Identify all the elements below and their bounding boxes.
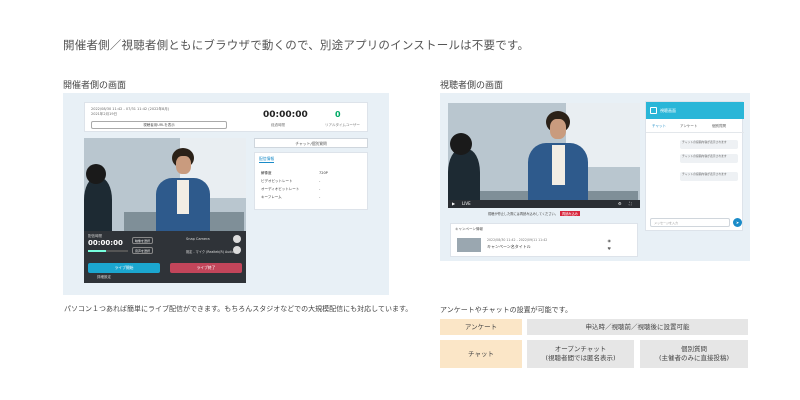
feature-label-survey: アンケート [440,319,522,335]
elapsed-time-label: 経過時間 [271,123,285,127]
mic-icon[interactable] [233,246,241,254]
host-header-card: 2022/08/30 11:42 - 07/31 11:42 (2022年8月)… [84,102,368,132]
chat-input[interactable]: メッセージを入力 [650,218,730,227]
info-row-label: 解像度 [261,171,272,175]
info-row-label: オーディオビットレート [261,187,300,191]
feature-value-survey: 申込時／視聴前／視聴後に設置可能 [527,319,748,335]
viewer-count: 0 [335,110,341,119]
viewer-section-title: 視聴者側の画面 [440,81,504,91]
viewer-url-button[interactable]: 視聴者用URLを表示 [91,121,227,129]
viewer-video-player[interactable] [448,103,640,207]
info-row-label: ビデオビットレート [261,179,293,183]
camera-icon[interactable] [233,235,241,243]
campaign-card: キャンペーン情報 2022/08/30 11:42 - 2022/09/11 1… [450,223,638,257]
host-section-title: 開催者側の画面 [63,81,127,91]
fullscreen-icon[interactable]: ⛶ [629,201,632,206]
host-video-preview [84,138,246,232]
mic-name: 既定 - マイク (Realtek(R) Audio) [186,250,236,254]
viewer-description: アンケートやチャットの設置が可能です。 [440,306,572,314]
feature-value-private-question: 個別質問 (主催者のみに直接投稿) [640,340,748,368]
feature-label-chat: チャット [440,340,522,368]
side-panel-header: 視聴画面 [646,102,744,119]
event-date: 2022/08/30 11:42 - 07/31 11:42 (2022年8月)… [91,107,170,116]
stop-live-button[interactable]: ライブ終了 [170,263,242,273]
advanced-settings-link[interactable]: 詳細設定 [84,275,124,280]
stream-info-card: 配信情報 解像度 720P ビデオビットレート - オーディオビットレート - … [254,152,368,210]
host-description: パソコン１つあれば簡単にライブ配信ができます。もちろんスタジオなどでの大規模配信… [64,305,413,313]
tab-survey[interactable]: アンケート [680,124,697,129]
chat-message: チャットの投稿内容が表示されます [680,140,738,149]
elapsed-time: 00:00:00 [263,110,308,120]
camera-name: Snap Camera [186,237,210,241]
chat-message: チャットの投稿内容が表示されます [680,154,738,163]
tab-chat[interactable]: チャット [652,124,666,129]
info-row-value: 720P [319,171,328,175]
info-row-value: - [319,179,321,183]
player-control-bar: ▶ LIVE ⚙ ⛶ [448,200,640,208]
broadcast-controls: 配信時間 00:00:00 映像を選択 音声を選択 Snap Camera 既定… [84,231,246,283]
settings-icon[interactable]: ⚙ [618,201,622,206]
send-icon[interactable]: ➤ [733,218,742,227]
audio-level-bar [88,250,128,252]
heart-icon[interactable]: ♥ [607,246,611,251]
feature-value-open-chat: オープンチャット (視聴者間では匿名表示) [527,340,634,368]
mic-select-button[interactable]: 音声を選択 [132,247,154,254]
play-icon[interactable]: ▶ [452,201,455,206]
chat-question-button[interactable]: チャット/個別質問 [254,138,368,148]
tab-question[interactable]: 個別質問 [712,124,726,129]
camera-select-button[interactable]: 映像を選択 [132,237,154,244]
broadcast-clock: 00:00:00 [88,239,123,247]
chat-message: チャットの投稿内容が表示されます [680,172,738,181]
campaign-header: キャンペーン情報 [455,227,483,231]
headline: 開催者側／視聴者側ともにブラウザで動くので、別途アプリのインストールは不要です。 [63,38,530,52]
live-label: LIVE [462,201,471,206]
info-row-value: - [319,195,321,199]
start-live-button[interactable]: ライブ開始 [88,263,160,273]
info-row-value: - [319,187,321,191]
campaign-thumbnail[interactable] [457,238,481,252]
viewer-side-panel: 視聴画面 チャット アンケート 個別質問 チャットの投稿内容が表示されます チャ… [645,101,744,231]
info-row-label: キーフレーム [261,195,282,199]
campaign-date: 2022/08/30 11:42 - 2022/09/11 11:42 [487,238,548,242]
viewer-count-label: リアルタイムユーザー [325,123,360,127]
reload-button[interactable]: 再読み込み [559,211,580,216]
reload-notice: 視聴が停止した際には再読み込みしてください。 再読み込み [488,211,580,216]
tab-stream-info[interactable]: 配信情報 [259,156,275,163]
eye-icon: ◉ [607,238,612,243]
campaign-title[interactable]: キャンペーン名タイトル [487,244,531,250]
window-icon [650,107,657,114]
tab-divider [646,132,744,133]
